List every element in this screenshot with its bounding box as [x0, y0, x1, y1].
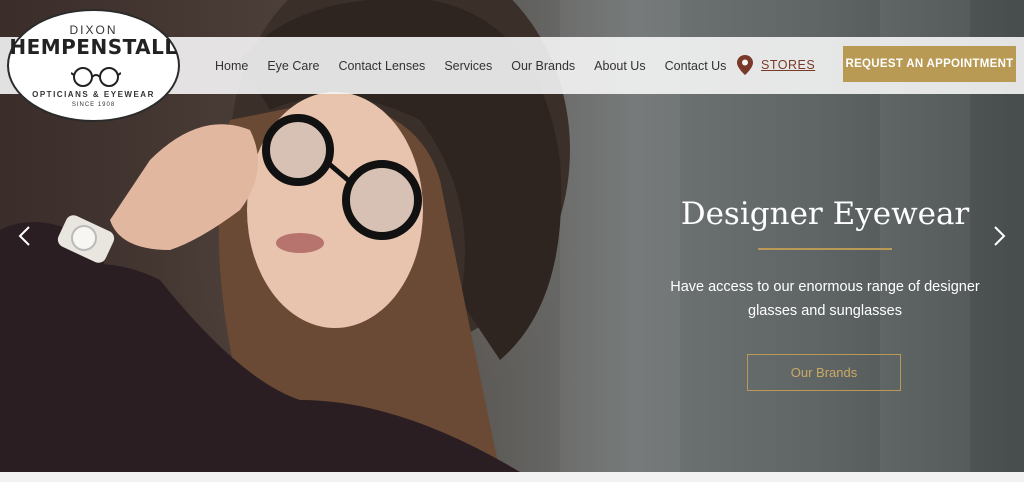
heading-divider [758, 248, 892, 250]
our-brands-button[interactable]: Our Brands [747, 354, 901, 391]
hero-slider: Home Eye Care Contact Lenses Services Ou… [0, 0, 1024, 472]
nav-item-about-us[interactable]: About Us [594, 59, 645, 73]
hero-heading: Designer Eyewear [680, 196, 970, 232]
stores-link[interactable]: STORES [737, 55, 815, 75]
stores-label[interactable]: STORES [761, 58, 815, 72]
nav-item-services[interactable]: Services [444, 59, 492, 73]
request-appointment-button[interactable]: REQUEST AN APPOINTMENT [843, 46, 1016, 82]
logo-main-text: HEMPENSTALL [9, 35, 178, 59]
nav-item-eye-care[interactable]: Eye Care [267, 59, 319, 73]
logo-sub-text: OPTICIANS & EYEWEAR [32, 90, 155, 99]
chevron-left-icon[interactable] [16, 224, 34, 248]
main-menu: Home Eye Care Contact Lenses Services Ou… [215, 37, 745, 94]
nav-item-contact-us[interactable]: Contact Us [665, 59, 727, 73]
logo[interactable]: DIXON HEMPENSTALL OPTICIANS & EYEWEAR SI… [7, 9, 180, 122]
nav-item-our-brands[interactable]: Our Brands [511, 59, 575, 73]
logo-since-text: SINCE 1908 [71, 102, 116, 108]
glasses-icon [71, 67, 121, 87]
hero-subtext: Have access to our enormous range of des… [670, 279, 980, 319]
map-pin-icon [737, 55, 753, 75]
nav-item-home[interactable]: Home [215, 59, 248, 73]
nav-item-contact-lenses[interactable]: Contact Lenses [338, 59, 425, 73]
